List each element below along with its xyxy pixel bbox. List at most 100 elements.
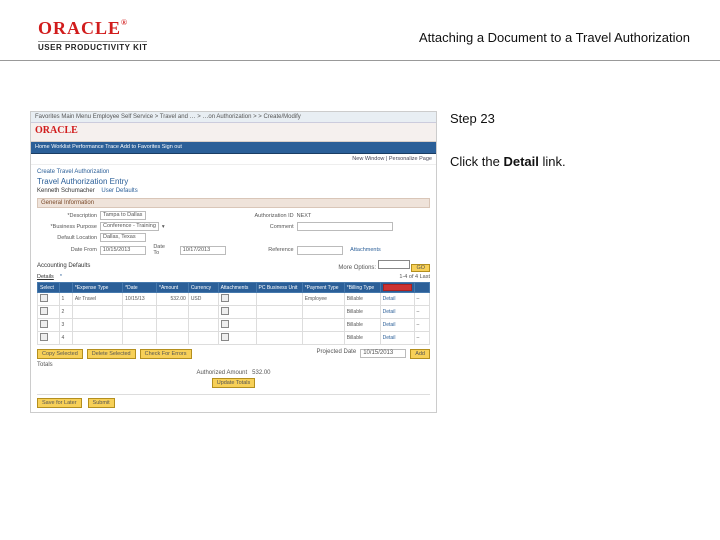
- attach-icon[interactable]: [221, 307, 229, 315]
- cell-end[interactable]: –: [414, 332, 429, 345]
- cell-detail[interactable]: Detail: [380, 293, 414, 306]
- cell-detail[interactable]: Detail: [380, 306, 414, 319]
- cell-end[interactable]: –: [414, 306, 429, 319]
- checkbox-icon[interactable]: [40, 320, 48, 328]
- cell-bill[interactable]: Billable: [344, 332, 380, 345]
- biz-select[interactable]: Conference - Training: [100, 222, 159, 231]
- th-currency: Currency: [188, 283, 218, 293]
- cell-pcbu[interactable]: [256, 293, 302, 306]
- attach-icon[interactable]: [221, 333, 229, 341]
- from-input[interactable]: 10/15/2013: [100, 246, 146, 255]
- loc-label: Default Location: [37, 235, 97, 241]
- cell-detail[interactable]: Detail: [380, 319, 414, 332]
- instr-link: Detail: [503, 154, 538, 169]
- th-paytype: *Payment Type: [302, 283, 344, 293]
- delete-button[interactable]: Delete Selected: [87, 349, 136, 359]
- cell-bill[interactable]: Billable: [344, 293, 380, 306]
- cell-pcbu[interactable]: [256, 306, 302, 319]
- cell-amount[interactable]: [157, 319, 189, 332]
- cell-pay[interactable]: Employee: [302, 293, 344, 306]
- accounting-row: Accounting Defaults More Options: GO: [37, 260, 430, 272]
- add-button[interactable]: Add: [410, 349, 430, 359]
- tab-details[interactable]: Details: [37, 274, 54, 280]
- update-totals-button[interactable]: Update Totals: [212, 378, 256, 388]
- check-button[interactable]: Check For Errors: [140, 349, 192, 359]
- page-heading: Travel Authorization Entry: [37, 177, 430, 186]
- copy-button[interactable]: Copy Selected: [37, 349, 83, 359]
- cell-expense[interactable]: Air Travel: [72, 293, 122, 306]
- th-action: [380, 283, 414, 293]
- cell-amount[interactable]: [157, 306, 189, 319]
- pager-text: 1-4 of 4 Last: [399, 274, 430, 280]
- cell-attach[interactable]: [218, 293, 256, 306]
- cell-attach[interactable]: [218, 306, 256, 319]
- th-pcbu: PC Business Unit: [256, 283, 302, 293]
- desc-input[interactable]: Tampa to Dallas: [100, 211, 146, 220]
- accounting-defaults-link[interactable]: Accounting Defaults: [37, 263, 90, 269]
- save-button[interactable]: Save for Later: [37, 398, 82, 408]
- cell-pcbu[interactable]: [256, 319, 302, 332]
- attach-icon[interactable]: [221, 320, 229, 328]
- footer-buttons: Save for Later Submit: [37, 394, 430, 408]
- cell-amount[interactable]: 532.00: [157, 293, 189, 306]
- attachments-link[interactable]: Attachments: [350, 247, 381, 253]
- loc-input[interactable]: Dallas, Texas: [100, 233, 146, 242]
- detail-tabs: Details * 1-4 of 4 Last: [37, 274, 430, 280]
- checkbox-icon[interactable]: [40, 333, 48, 341]
- cell-date[interactable]: [123, 319, 157, 332]
- cell-date[interactable]: [123, 332, 157, 345]
- cell-select[interactable]: [38, 306, 60, 319]
- step-label: Step 23: [450, 111, 700, 126]
- attach-icon[interactable]: [221, 294, 229, 302]
- cell-date[interactable]: [123, 306, 157, 319]
- to-input[interactable]: 10/17/2013: [180, 246, 226, 255]
- cell-bill[interactable]: Billable: [344, 306, 380, 319]
- cell-end[interactable]: –: [414, 293, 429, 306]
- th-attach: Attachments: [218, 283, 256, 293]
- detail-highlight[interactable]: [383, 284, 412, 291]
- comment-input[interactable]: [297, 222, 393, 231]
- chevron-down-icon: ▾: [162, 224, 165, 230]
- desc-label: *Description: [37, 213, 97, 219]
- table-header-row: Select *Expense Type *Date *Amount Curre…: [38, 283, 430, 293]
- cell-date[interactable]: 10/15/13: [123, 293, 157, 306]
- authid-value: NEXT: [297, 213, 312, 219]
- registered-mark: ®: [121, 18, 128, 27]
- proj-date-label: Projected Date: [317, 349, 357, 359]
- comment-label: Comment: [234, 224, 294, 230]
- cell-expense[interactable]: [72, 306, 122, 319]
- table-row: 3BillableDetail–: [38, 319, 430, 332]
- cell-attach[interactable]: [218, 332, 256, 345]
- cell-pay[interactable]: [302, 306, 344, 319]
- cell-select[interactable]: [38, 332, 60, 345]
- proj-date-input[interactable]: 10/15/2013: [360, 349, 406, 358]
- user-line: Kenneth Schumacher User Defaults: [37, 188, 430, 194]
- oracle-logo-block: ORACLE® USER PRODUCTIVITY KIT: [38, 18, 147, 52]
- cell-end[interactable]: –: [414, 319, 429, 332]
- go-button[interactable]: GO: [411, 264, 430, 272]
- cell-bill[interactable]: Billable: [344, 319, 380, 332]
- cell-currency: [188, 319, 218, 332]
- cell-pcbu[interactable]: [256, 332, 302, 345]
- app-top-nav: Home Worklist Performance Trace Add to F…: [31, 142, 436, 154]
- logo-text: ORACLE: [38, 18, 121, 38]
- checkbox-icon[interactable]: [40, 294, 48, 302]
- more-select[interactable]: [378, 260, 410, 269]
- cell-detail[interactable]: Detail: [380, 332, 414, 345]
- cell-pay[interactable]: [302, 319, 344, 332]
- cell-pay[interactable]: [302, 332, 344, 345]
- cell-select[interactable]: [38, 293, 60, 306]
- tab-star[interactable]: *: [60, 274, 62, 280]
- cell-attach[interactable]: [218, 319, 256, 332]
- ref-input[interactable]: [297, 246, 343, 255]
- totals-label: Totals: [37, 362, 430, 368]
- cell-amount[interactable]: [157, 332, 189, 345]
- from-label: Date From: [37, 247, 97, 253]
- cell-select[interactable]: [38, 319, 60, 332]
- cell-expense[interactable]: [72, 319, 122, 332]
- user-name: Kenneth Schumacher: [37, 188, 95, 194]
- user-defaults-link[interactable]: User Defaults: [101, 188, 137, 194]
- checkbox-icon[interactable]: [40, 307, 48, 315]
- cell-expense[interactable]: [72, 332, 122, 345]
- submit-button[interactable]: Submit: [88, 398, 115, 408]
